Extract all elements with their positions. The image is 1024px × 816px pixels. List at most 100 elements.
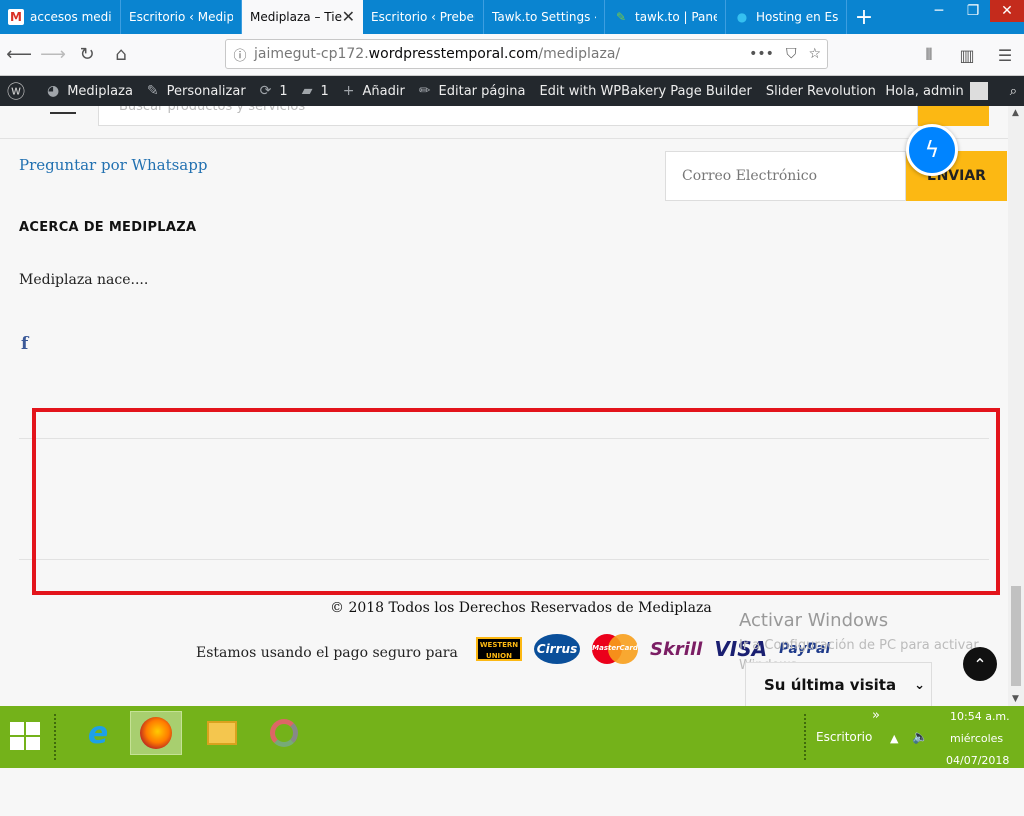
wp-add-new[interactable]: + Añadir	[336, 76, 412, 106]
wp-wpbakery[interactable]: Edit with WPBakery Page Builder	[532, 76, 758, 106]
tab-label: tawk.to | Panel	[635, 10, 717, 24]
skrill-logo: Skrill	[650, 638, 703, 660]
clock-date[interactable]: 04/07/2018	[946, 754, 1009, 816]
scroll-to-top-button[interactable]: ⌃	[963, 647, 997, 681]
new-tab-button[interactable]: +	[847, 0, 881, 34]
tab-label: accesos medip	[30, 10, 112, 24]
dashboard-icon: ◕	[47, 83, 60, 99]
facebook-icon[interactable]: f	[21, 334, 28, 354]
wp-comments[interactable]: ▰ 1	[295, 76, 336, 106]
tab-label: Hosting en Esp	[756, 10, 838, 24]
wp-slider-revolution[interactable]: Slider Revolution	[759, 76, 883, 106]
payment-text: Estamos usando el pago seguro para	[196, 645, 458, 661]
url-path: /mediplaza/	[538, 46, 621, 62]
navigation-bar: ⟵ ⟶ ↻ ⌂ ⓘ jaimegut-cp172. wordpresstempor…	[0, 34, 1024, 76]
comment-icon: ▰	[301, 83, 313, 99]
wordpress-icon: ⓦ	[7, 82, 25, 103]
wpbakery-label: Edit with WPBakery Page Builder	[539, 83, 752, 99]
wp-edit-page[interactable]: ✏ Editar página	[412, 76, 533, 106]
restore-icon[interactable]: ❐	[956, 0, 990, 22]
dot-icon: ●	[736, 10, 748, 24]
minimize-icon[interactable]: ─	[922, 0, 956, 22]
tab-escritorio-preben[interactable]: Escritorio ‹ Preben	[363, 0, 484, 34]
page-actions-icon[interactable]: •••	[749, 46, 774, 62]
comments-count: 1	[320, 83, 329, 99]
tab-accesos[interactable]: M accesos medip	[0, 0, 121, 34]
app-icon[interactable]	[258, 711, 310, 755]
close-tab-icon[interactable]: ✕	[342, 7, 355, 26]
back-icon[interactable]: ⟵	[4, 40, 34, 70]
site-name: Mediplaza	[67, 83, 133, 99]
wp-logo-menu[interactable]: ⓦ	[0, 76, 40, 106]
gmail-icon: M	[8, 9, 24, 25]
url-bar[interactable]: ⓘ jaimegut-cp172. wordpresstemporal.com/m…	[225, 39, 828, 69]
firefox-icon[interactable]	[130, 711, 182, 755]
info-icon[interactable]: ⓘ	[226, 45, 254, 64]
url-actions: ••• ⛉ ☆	[749, 46, 821, 62]
email-placeholder: Correo Electrónico	[682, 168, 818, 184]
scroll-up-icon[interactable]: ▲	[1012, 108, 1019, 118]
home-icon[interactable]: ⌂	[106, 40, 136, 70]
messenger-icon[interactable]: ϟ	[906, 124, 958, 176]
search-placeholder: Buscar productos y servicios	[119, 106, 306, 114]
page-scrollbar[interactable]: ▲ ▼	[1008, 106, 1024, 706]
start-button[interactable]	[10, 722, 40, 750]
tab-mediplaza[interactable]: Mediplaza – Tie ✕	[242, 0, 363, 34]
tab-tawk-panel[interactable]: ✎ tawk.to | Panel	[605, 0, 726, 34]
search-icon: ⌕	[1009, 83, 1017, 99]
activate-windows-title: Activar Windows	[739, 610, 889, 631]
wp-updates[interactable]: ⟳ 1	[253, 76, 295, 106]
product-search-button[interactable]	[918, 106, 989, 126]
whatsapp-link[interactable]: Preguntar por Whatsapp	[19, 156, 207, 174]
email-field[interactable]: Correo Electrónico	[665, 151, 906, 201]
pocket-icon[interactable]: ⛉	[786, 46, 797, 62]
product-search-input[interactable]: Buscar productos y servicios	[98, 106, 918, 126]
wp-search[interactable]: ⌕	[1003, 76, 1024, 106]
window-controls: ─ ❐ ✕	[922, 0, 1024, 22]
tawk-icon: ✎	[615, 10, 627, 24]
last-visit-label: Su última visita	[764, 676, 897, 694]
tab-hosting[interactable]: ● Hosting en Esp	[726, 0, 847, 34]
file-explorer-icon[interactable]	[196, 711, 248, 755]
wp-account[interactable]: Hola, admin	[878, 76, 1002, 106]
desktop-toolbar-label[interactable]: Escritorio	[816, 730, 872, 792]
url-host: wordpresstemporal.com	[368, 46, 539, 62]
browser-tab-bar: M accesos medip Escritorio ‹ Medipla Med…	[0, 0, 1024, 34]
menu-icon[interactable]: ☰	[986, 46, 1024, 65]
volume-icon[interactable]: 🔈	[912, 730, 928, 792]
plus-icon: +	[342, 83, 355, 99]
chevron-down-icon: ⌄	[914, 677, 925, 693]
tab-label: Mediplaza – Tie	[250, 10, 342, 24]
tab-tawk-settings[interactable]: Tawk.to Settings ‹ F	[484, 0, 605, 34]
greeting-label: Hola, admin	[885, 83, 964, 99]
last-visit-dropdown[interactable]: Su última visita ⌄	[745, 662, 932, 706]
avatar	[969, 82, 988, 100]
internet-explorer-icon[interactable]: e	[72, 711, 124, 755]
edit-page-label: Editar página	[438, 83, 526, 99]
tab-label: Escritorio ‹ Preben	[371, 10, 475, 24]
sidebar-icon[interactable]: ▥	[948, 46, 986, 65]
tab-escritorio-mediplaza[interactable]: Escritorio ‹ Medipla	[121, 0, 242, 34]
wp-admin-bar: ⓦ ◕ Mediplaza ✎ Personalizar ⟳ 1 ▰ 1 + Añadir…	[0, 76, 1024, 106]
updates-count: 1	[279, 83, 288, 99]
forward-icon[interactable]: ⟶	[38, 40, 68, 70]
close-window-icon[interactable]: ✕	[990, 0, 1024, 22]
customize-label: Personalizar	[166, 83, 246, 99]
hamburger-menu-icon[interactable]	[50, 106, 76, 114]
wp-customize[interactable]: ✎ Personalizar	[140, 76, 253, 106]
wp-site-menu[interactable]: ◕ Mediplaza	[40, 76, 140, 106]
library-icon[interactable]: ⫴	[910, 45, 948, 65]
highlight-box	[32, 408, 1000, 595]
header-divider	[0, 138, 1008, 139]
about-heading: ACERCA DE MEDIPLAZA	[19, 220, 197, 235]
tray-grip	[804, 714, 808, 760]
brush-icon: ✎	[146, 83, 159, 99]
bookmark-star-icon[interactable]: ☆	[808, 46, 821, 62]
wp-bar-right: Hola, admin ⌕	[878, 76, 1024, 106]
tray-chevrons[interactable]: »	[872, 708, 880, 770]
show-hidden-icons[interactable]: ▲	[890, 732, 898, 794]
scroll-down-icon[interactable]: ▼	[1012, 694, 1019, 704]
scrollbar-thumb[interactable]	[1011, 586, 1021, 686]
updates-icon: ⟳	[259, 83, 272, 99]
reload-icon[interactable]: ↻	[72, 40, 102, 70]
